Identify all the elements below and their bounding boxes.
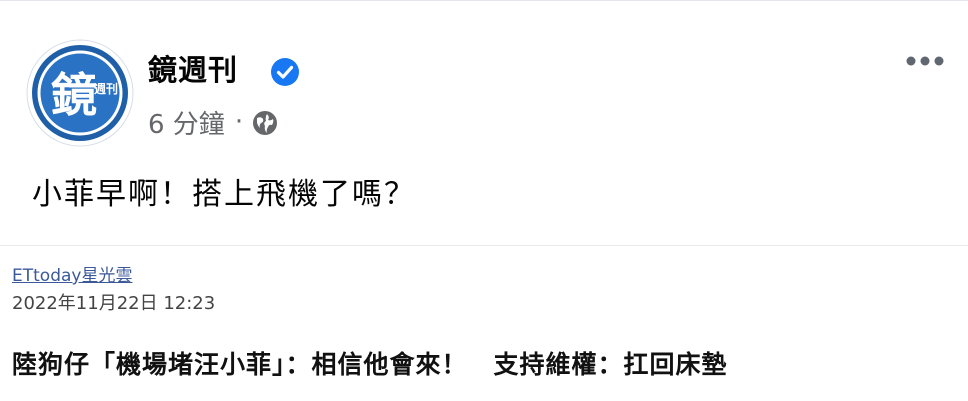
link-source[interactable]: ETtoday星光雲 xyxy=(12,261,132,286)
facebook-post: 鏡 週刊 鏡週刊 6 分鐘 · 小菲早啊！搭上飛機了嗎？ ETtoday星光雲 … xyxy=(0,0,968,401)
avatar-sub-text: 週刊 xyxy=(94,81,118,96)
mirror-weekly-logo: 鏡 週刊 xyxy=(26,39,134,147)
link-title[interactable]: 陸狗仔「機場堵汪小菲」：相信他會來！ 支持維權：扛回床墊 xyxy=(12,345,728,381)
verified-badge-icon xyxy=(271,58,299,86)
avatar-logo-text: 鏡 xyxy=(51,68,97,122)
globe-icon[interactable] xyxy=(251,109,279,137)
post-timestamp[interactable]: 6 分鐘 xyxy=(148,104,225,141)
page-name-link[interactable]: 鏡週刊 xyxy=(148,47,238,89)
link-date: 2022年11月22日 12:23 xyxy=(12,293,216,314)
meta-separator: · xyxy=(234,107,244,137)
post-meta: 6 分鐘 · xyxy=(148,104,279,141)
link-preview-divider xyxy=(0,245,968,246)
page-avatar[interactable]: 鏡 週刊 xyxy=(26,39,134,147)
post-message: 小菲早啊！搭上飛機了嗎？ xyxy=(32,177,416,212)
more-options-icon[interactable] xyxy=(904,51,946,71)
